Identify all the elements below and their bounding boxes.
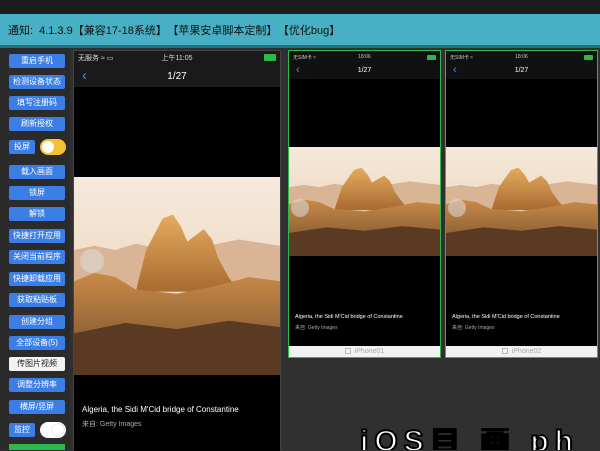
reboot-phone-button[interactable]: 重启手机 bbox=[9, 54, 65, 68]
main-device-screen[interactable]: 无服务 ≈ ▭ 上午11:05 ‹ 1/27 Algeria, the Sidi… bbox=[73, 50, 281, 451]
notice-prefix: 通知: bbox=[8, 25, 34, 37]
monitor-toggle-row: 监控 bbox=[9, 422, 67, 438]
toggle-knob bbox=[52, 424, 64, 436]
device-name: iPhone01 bbox=[354, 348, 385, 355]
page-counter: 1/27 bbox=[357, 67, 372, 74]
check-device-status-button[interactable]: 检测设备状态 bbox=[9, 75, 65, 89]
cast-toggle-row: 投屏 bbox=[9, 139, 67, 155]
nav-bar: ‹ 1/27 bbox=[289, 63, 440, 79]
upload-media-button[interactable]: 传图片视频 bbox=[9, 357, 65, 371]
partial-green-button[interactable] bbox=[9, 444, 65, 450]
photo-source: 来自: Getty Images bbox=[295, 325, 338, 331]
notice-bar: 通知: 4.1.3.9【兼容17-18系统】 【苹果安卓脚本定制】 【优化bug】 bbox=[0, 14, 600, 48]
photo-caption: Algeria, the Sidi M'Cid bridge of Consta… bbox=[82, 405, 239, 414]
device-select-checkbox[interactable] bbox=[501, 348, 508, 354]
photo-caption: Algeria, the Sidi M'Cid bridge of Consta… bbox=[295, 314, 403, 320]
device-name: iPhone02 bbox=[511, 348, 542, 355]
status-bar: 无SIM卡 ≈ 18:06 bbox=[289, 53, 440, 63]
adjust-resolution-button[interactable]: 调整分辨率 bbox=[9, 378, 65, 392]
quick-open-app-button[interactable]: 快捷打开应用 bbox=[9, 229, 65, 243]
nav-bar: ‹ 1/27 bbox=[446, 63, 597, 79]
battery-icon bbox=[264, 54, 276, 61]
floating-touch-indicator[interactable] bbox=[80, 249, 104, 273]
device-name-bar: iPhone02 bbox=[446, 346, 597, 357]
toggle-knob bbox=[42, 141, 54, 153]
desert-photo bbox=[289, 147, 440, 256]
video-overlay-text: iOS自 画 ph bbox=[360, 428, 579, 450]
page-counter: 1/27 bbox=[514, 67, 529, 74]
battery-icon bbox=[584, 55, 593, 60]
close-current-app-button[interactable]: 关闭当前程序 bbox=[9, 250, 65, 264]
rotate-screen-button[interactable]: 横屏/竖屏 bbox=[9, 400, 65, 414]
unlock-button[interactable]: 解锁 bbox=[9, 207, 65, 221]
window-top-strip bbox=[0, 0, 600, 14]
nav-bar: ‹ 1/27 bbox=[74, 67, 280, 87]
caption-area bbox=[446, 256, 597, 346]
all-devices-button[interactable]: 全部设备(5) bbox=[9, 336, 65, 350]
device-name-bar: iPhone01 bbox=[289, 346, 440, 357]
monitor-toggle-switch[interactable] bbox=[40, 422, 66, 438]
get-clipboard-button[interactable]: 获取粘贴板 bbox=[9, 293, 65, 307]
desert-photo bbox=[74, 177, 280, 375]
battery-icon bbox=[427, 55, 436, 60]
image-letterbox-top bbox=[289, 79, 440, 147]
status-bar: 无服务 ≈ ▭ 上午11:05 bbox=[74, 53, 280, 65]
photo-source: 来自: Getty Images bbox=[82, 421, 142, 428]
notice-fix: 【优化bug】 bbox=[283, 25, 341, 37]
status-time: 上午11:05 bbox=[161, 55, 193, 62]
cast-toggle-label: 投屏 bbox=[9, 140, 35, 154]
control-sidebar: 重启手机 检测设备状态 填写注册码 刷新授权 投屏 载入画面 锁屏 解锁 快捷打… bbox=[0, 48, 70, 450]
refresh-authorization-button[interactable]: 刷新授权 bbox=[9, 117, 65, 131]
device-tile-iphone01[interactable]: 无SIM卡 ≈ 18:06 ‹ 1/27 Algeria, the Sidi M… bbox=[288, 50, 441, 358]
device-select-checkbox[interactable] bbox=[344, 348, 351, 354]
lock-screen-button[interactable]: 锁屏 bbox=[9, 186, 65, 200]
page-counter: 1/27 bbox=[167, 71, 187, 82]
floating-touch-indicator bbox=[448, 199, 466, 217]
notice-version: 4.1.3.9【兼容17-18系统】 bbox=[39, 25, 167, 37]
load-screen-button[interactable]: 载入画面 bbox=[9, 165, 65, 179]
quick-uninstall-app-button[interactable]: 快捷卸载应用 bbox=[9, 272, 65, 286]
photo-caption: Algeria, the Sidi M'Cid bridge of Consta… bbox=[452, 314, 560, 320]
desert-photo bbox=[446, 147, 597, 256]
photo-source: 来自: Getty Images bbox=[452, 325, 495, 331]
device-tile-iphone02[interactable]: 无SIM卡 ≈ 18:06 ‹ 1/27 Algeria, the Sidi M… bbox=[445, 50, 598, 358]
status-time: 18:06 bbox=[515, 54, 528, 60]
cast-toggle-switch[interactable] bbox=[40, 139, 66, 155]
monitor-toggle-label: 监控 bbox=[9, 423, 35, 437]
enter-registration-code-button[interactable]: 填写注册码 bbox=[9, 96, 65, 110]
notice-custom: 【苹果安卓脚本定制】 bbox=[172, 25, 278, 37]
status-time: 18:06 bbox=[358, 54, 371, 60]
status-bar: 无SIM卡 ≈ 18:06 bbox=[446, 53, 597, 63]
image-letterbox-top bbox=[446, 79, 597, 147]
floating-touch-indicator bbox=[291, 199, 309, 217]
caption-area bbox=[289, 256, 440, 346]
create-group-button[interactable]: 创建分组 bbox=[9, 315, 65, 329]
